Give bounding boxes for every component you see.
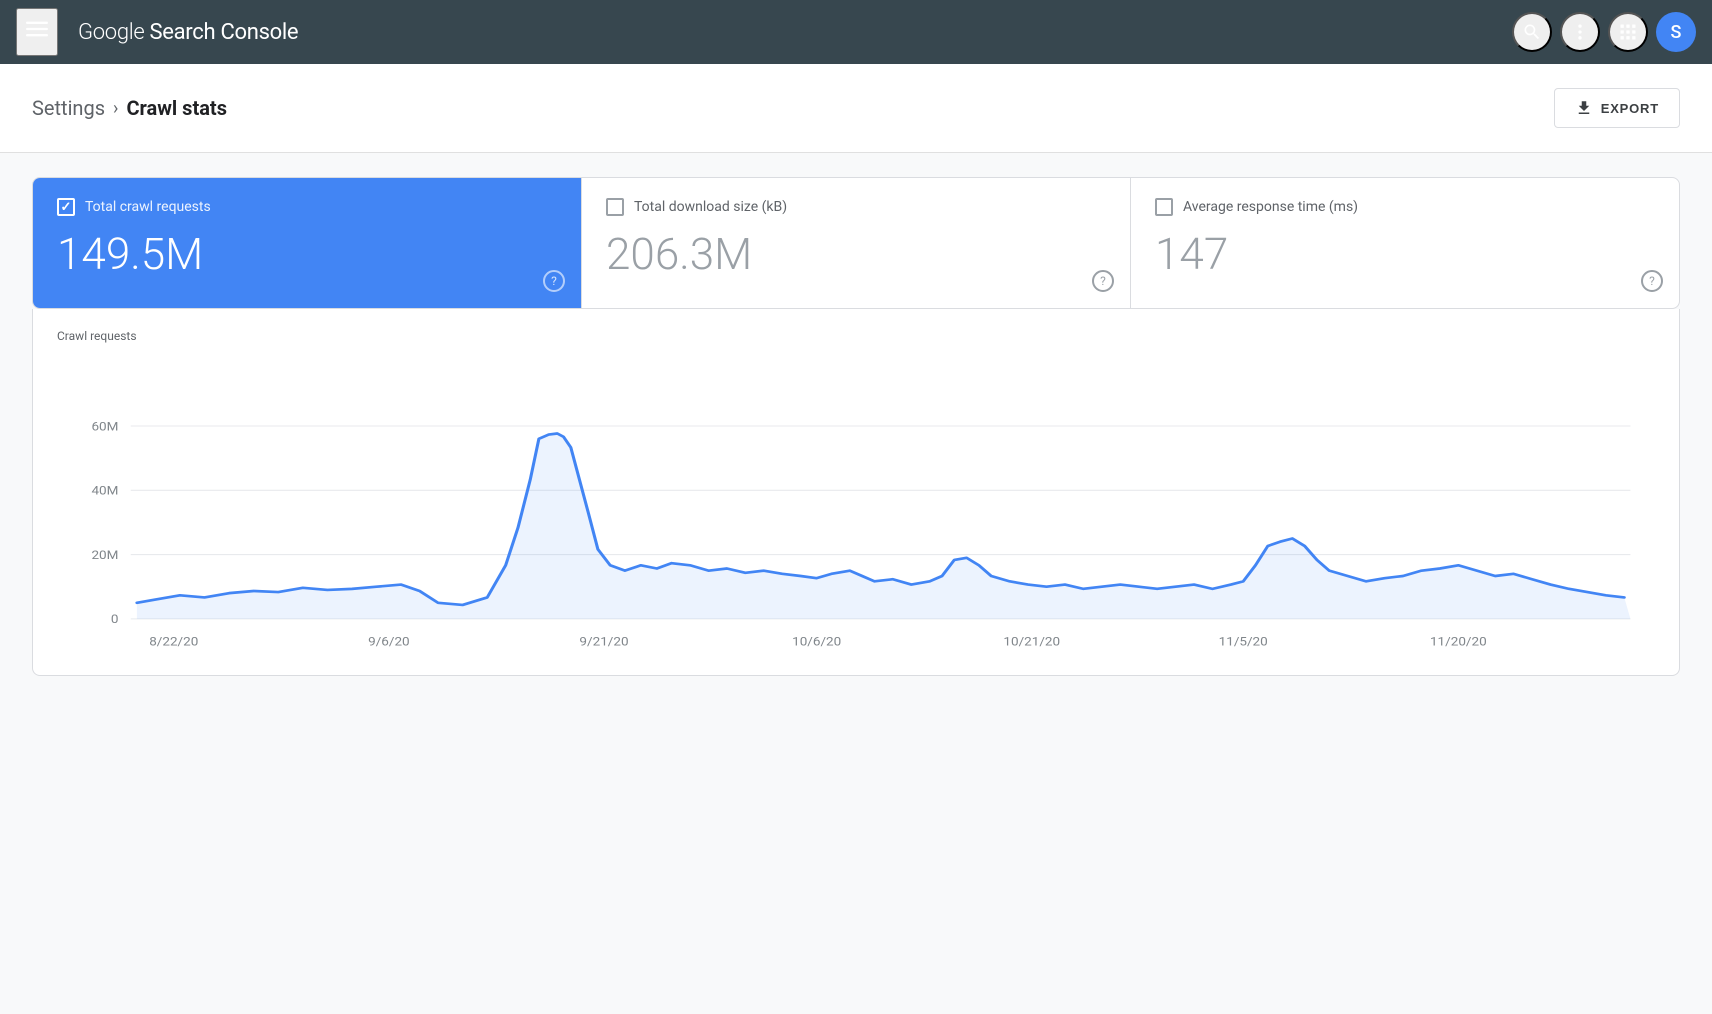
svg-text:9/6/20: 9/6/20 (368, 635, 410, 649)
breadcrumb-current-page: Crawl stats (126, 96, 227, 120)
metric-cards: ✓ Total crawl requests 149.5M ? Total do… (32, 177, 1680, 309)
app-header: Google Search Console (0, 0, 1712, 64)
svg-text:10/21/20: 10/21/20 (1003, 635, 1060, 649)
help-icon-response[interactable]: ? (1641, 270, 1663, 292)
export-label: EXPORT (1601, 101, 1659, 116)
help-icon-crawl[interactable]: ? (543, 270, 565, 292)
metric-label-response: Average response time (ms) (1183, 199, 1358, 215)
metric-checkbox-crawl[interactable]: ✓ (57, 198, 75, 216)
help-icon-download[interactable]: ? (1092, 270, 1114, 292)
metric-value-download: 206.3M (606, 232, 1106, 276)
breadcrumb-bar: Settings › Crawl stats EXPORT (0, 64, 1712, 153)
svg-text:60M: 60M (91, 420, 118, 434)
breadcrumb: Settings › Crawl stats (32, 96, 227, 120)
metric-label-crawl: Total crawl requests (85, 199, 211, 215)
checkmark-icon: ✓ (61, 200, 72, 215)
svg-text:40M: 40M (91, 484, 118, 498)
breadcrumb-settings-link[interactable]: Settings (32, 96, 105, 120)
main-content: ✓ Total crawl requests 149.5M ? Total do… (0, 153, 1712, 700)
metric-card-header: ✓ Total crawl requests (57, 198, 557, 216)
chart-y-label: Crawl requests (57, 329, 1655, 343)
menu-button[interactable] (16, 8, 58, 56)
chart-fill-area (137, 434, 1631, 619)
export-button[interactable]: EXPORT (1554, 88, 1680, 128)
header-icons: S (1512, 12, 1696, 52)
breadcrumb-separator: › (113, 98, 118, 119)
chart-wrapper: 60M 40M 20M 0 8/22/20 9/6/20 9/21/20 10/… (57, 351, 1655, 651)
svg-text:20M: 20M (91, 549, 118, 563)
metric-checkbox-response[interactable] (1155, 198, 1173, 216)
metric-card-download-size[interactable]: Total download size (kB) 206.3M ? (582, 178, 1131, 308)
svg-text:11/5/20: 11/5/20 (1219, 635, 1268, 649)
metric-checkbox-download[interactable] (606, 198, 624, 216)
metric-card-response-time[interactable]: Average response time (ms) 147 ? (1131, 178, 1679, 308)
svg-text:0: 0 (111, 613, 119, 627)
metric-card-header-response: Average response time (ms) (1155, 198, 1655, 216)
svg-text:10/6/20: 10/6/20 (792, 635, 841, 649)
svg-text:8/22/20: 8/22/20 (149, 635, 198, 649)
svg-text:11/20/20: 11/20/20 (1430, 635, 1487, 649)
apps-button[interactable] (1608, 12, 1648, 52)
svg-text:9/21/20: 9/21/20 (579, 635, 628, 649)
metric-card-crawl-requests[interactable]: ✓ Total crawl requests 149.5M ? (33, 178, 582, 308)
search-button[interactable] (1512, 12, 1552, 52)
user-avatar[interactable]: S (1656, 12, 1696, 52)
crawl-chart: 60M 40M 20M 0 8/22/20 9/6/20 9/21/20 10/… (57, 351, 1655, 651)
chart-container: Crawl requests 60M 40M 20M 0 (32, 309, 1680, 676)
metric-label-download: Total download size (kB) (634, 199, 787, 215)
metric-value-crawl: 149.5M (57, 232, 557, 276)
metric-value-response: 147 (1155, 232, 1655, 276)
more-options-button[interactable] (1560, 12, 1600, 52)
app-title: Google Search Console (78, 20, 1492, 45)
metric-card-header-download: Total download size (kB) (606, 198, 1106, 216)
